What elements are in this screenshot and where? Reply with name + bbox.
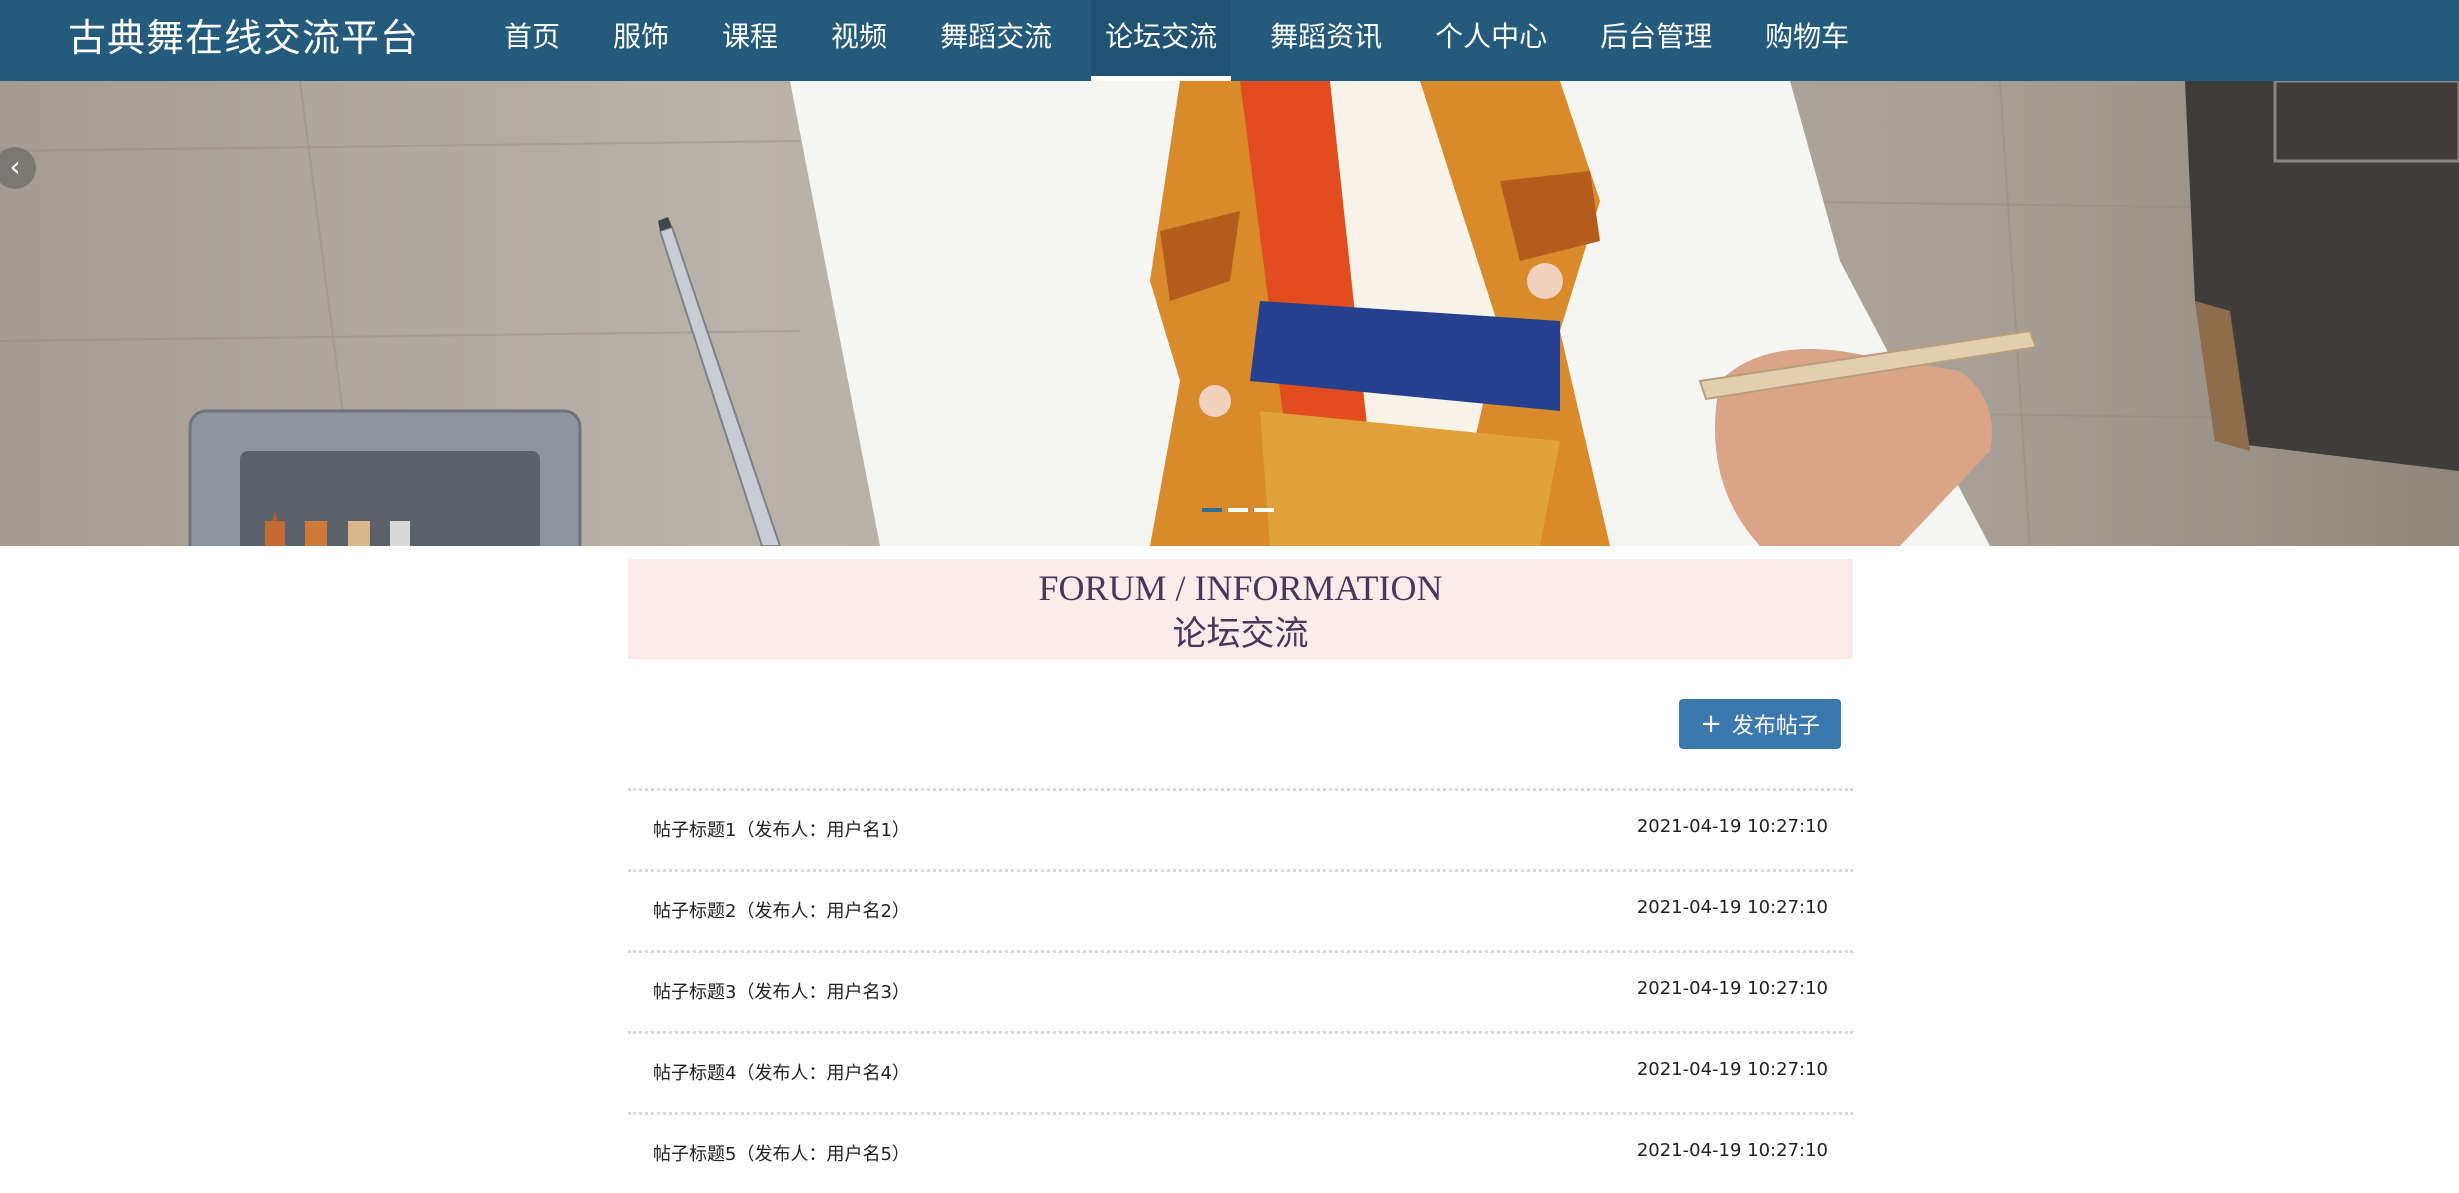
post-list: 帖子标题1（发布人：用户名1） 2021-04-19 10:27:10 帖子标题…	[628, 788, 1853, 1193]
nav-item-costume[interactable]: 服饰	[599, 0, 683, 76]
post-time: 2021-04-19 10:27:10	[1636, 1140, 1828, 1161]
banner-carousel[interactable]: ‹	[0, 81, 2459, 546]
post-title[interactable]: 帖子标题1（发布人：用户名1）	[653, 816, 910, 842]
nav-item-dance-exchange[interactable]: 舞蹈交流	[926, 0, 1066, 76]
nav-item-forum[interactable]: 论坛交流	[1091, 0, 1232, 81]
plus-icon: +	[1700, 709, 1722, 739]
carousel-dot-3[interactable]	[1254, 508, 1274, 512]
publish-post-label: 发布帖子	[1731, 714, 1820, 739]
site-title[interactable]: 古典舞在线交流平台	[68, 0, 419, 76]
carousel-indicators	[1202, 508, 1280, 512]
nav-item-personal-center[interactable]: 个人中心	[1421, 0, 1561, 76]
post-row[interactable]: 帖子标题3（发布人：用户名3） 2021-04-19 10:27:10	[628, 950, 1853, 1031]
nav-item-courses[interactable]: 课程	[708, 0, 792, 76]
publish-post-button[interactable]: + 发布帖子	[1679, 699, 1841, 749]
post-title[interactable]: 帖子标题5（发布人：用户名5）	[653, 1140, 910, 1166]
nav-item-home[interactable]: 首页	[490, 0, 574, 76]
top-navbar: 古典舞在线交流平台 首页 服饰 课程 视频 舞蹈交流 论坛交流 舞蹈资讯 个人中…	[0, 0, 2459, 81]
nav-item-dance-news[interactable]: 舞蹈资讯	[1256, 0, 1396, 76]
main-nav: 首页 服饰 课程 视频 舞蹈交流 论坛交流 舞蹈资讯 个人中心 后台管理 购物车	[490, 0, 1888, 81]
nav-item-admin[interactable]: 后台管理	[1586, 0, 1726, 76]
nav-item-videos[interactable]: 视频	[817, 0, 901, 76]
post-title[interactable]: 帖子标题4（发布人：用户名4）	[653, 1059, 910, 1085]
post-row[interactable]: 帖子标题2（发布人：用户名2） 2021-04-19 10:27:10	[628, 869, 1853, 950]
post-time: 2021-04-19 10:27:10	[1636, 978, 1828, 999]
section-heading: FORUM / INFORMATION 论坛交流	[628, 559, 1853, 659]
post-row[interactable]: 帖子标题5（发布人：用户名5） 2021-04-19 10:27:10	[628, 1112, 1853, 1193]
banner-image	[0, 81, 2459, 546]
post-time: 2021-04-19 10:27:10	[1636, 897, 1828, 918]
carousel-dot-2[interactable]	[1228, 508, 1248, 512]
post-row[interactable]: 帖子标题4（发布人：用户名4） 2021-04-19 10:27:10	[628, 1031, 1853, 1112]
carousel-dot-1[interactable]	[1202, 508, 1222, 512]
post-title[interactable]: 帖子标题2（发布人：用户名2）	[653, 897, 910, 923]
post-time: 2021-04-19 10:27:10	[1636, 816, 1828, 837]
post-title[interactable]: 帖子标题3（发布人：用户名3）	[653, 978, 910, 1004]
nav-item-cart[interactable]: 购物车	[1751, 0, 1863, 76]
chevron-left-icon: ‹	[9, 150, 21, 183]
section-title-cn: 论坛交流	[1172, 614, 1309, 654]
post-time: 2021-04-19 10:27:10	[1636, 1059, 1828, 1080]
post-row[interactable]: 帖子标题1（发布人：用户名1） 2021-04-19 10:27:10	[628, 788, 1853, 869]
section-title-en: FORUM / INFORMATION	[1038, 568, 1443, 608]
